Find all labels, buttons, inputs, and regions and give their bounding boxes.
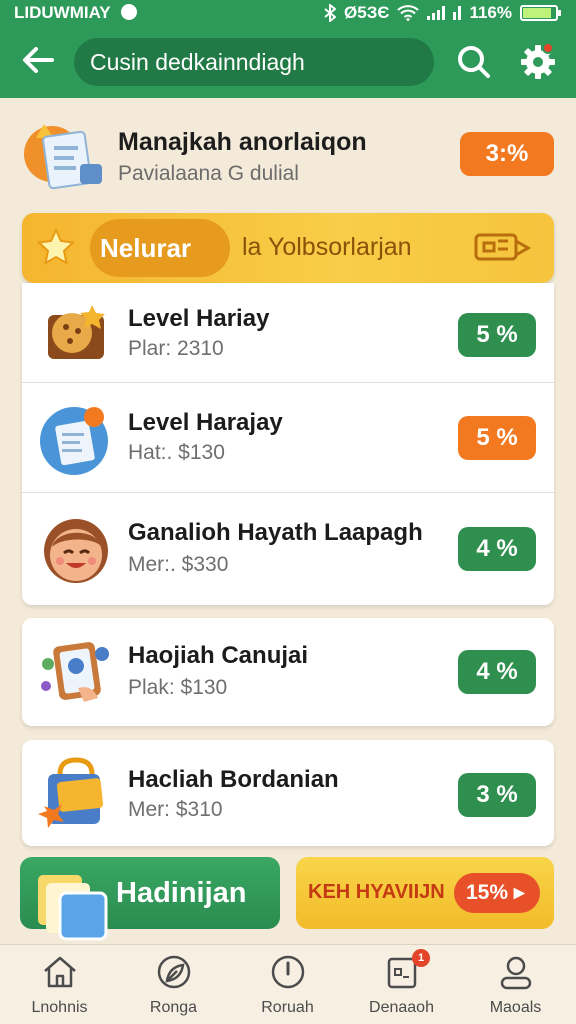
- list-item[interactable]: Hacliah Bordanian Mer: $310 3 %: [22, 740, 554, 846]
- bottom-nav: Lnohnis Ronga Roruah 1 Denaaoh Maoals: [0, 944, 576, 1024]
- network-label: Ø5ЗЄ: [344, 3, 390, 22]
- item-title: Level Hariay: [128, 305, 270, 332]
- summary-subtitle: Pavialaana G dulial: [118, 162, 299, 185]
- notification-dot: [542, 42, 554, 54]
- tablet-icon: [41, 642, 109, 702]
- list-item[interactable]: Level Hariay Plar: 2310 5 %: [22, 283, 554, 383]
- secondary-action-label: KEH HYAVIIJN: [308, 881, 445, 903]
- summary-title: Manajkah anorlaiqon: [118, 128, 367, 156]
- item-title: Ganalioh Hayath Laapagh: [128, 519, 423, 546]
- documents-icon: [40, 407, 108, 475]
- shopping-bag-icon: [38, 757, 104, 828]
- list-item[interactable]: Ganalioh Hayath Laapagh Mer:. $330 4 %: [22, 493, 554, 605]
- item-price: Plak: $130: [128, 676, 228, 699]
- item-title: Haojiah Canujai: [128, 642, 309, 669]
- item-price: Mer:. $330: [128, 553, 229, 576]
- item-percent-badge[interactable]: 4 %: [458, 527, 536, 571]
- settings-button[interactable]: [518, 42, 558, 82]
- nav-item-ronga[interactable]: Ronga: [116, 945, 231, 1024]
- carrier-name: LIDUWMIAY: [14, 3, 111, 22]
- promo-banner[interactable]: Nelurar la Yolbsorlarjan: [22, 213, 554, 283]
- star-icon: [36, 227, 76, 265]
- nav-label: Maoals: [489, 999, 542, 1016]
- back-arrow-icon[interactable]: [18, 40, 58, 80]
- battery-icon: [520, 5, 561, 21]
- wifi-icon: [397, 5, 420, 21]
- nav-label: Roruah: [261, 999, 314, 1016]
- nav-label: Ronga: [149, 999, 198, 1016]
- item-price: Hat:. $130: [128, 441, 225, 464]
- home-icon: [44, 956, 76, 988]
- primary-action-button[interactable]: Hadinijan: [20, 857, 280, 941]
- leaf-icon: [157, 955, 191, 989]
- document-stack-icon: [24, 124, 102, 190]
- nav-label: Lnohnis: [31, 999, 88, 1016]
- signal-icon: [427, 6, 446, 20]
- list-item[interactable]: Level Harajay Hat:. $130 5 %: [22, 383, 554, 493]
- summary-percent-badge[interactable]: 3:%: [460, 132, 554, 176]
- cookie-box-icon: [48, 305, 105, 359]
- banner-text: la Yolbsorlarjan: [242, 233, 412, 261]
- secondary-action-button[interactable]: KEH HYAVIIJN 15% ▸: [296, 857, 554, 929]
- nav-label: Denaaoh: [369, 999, 434, 1016]
- item-list: Level Hariay Plar: 2310 5 % Level Haraja…: [22, 283, 554, 605]
- clock-icon: [271, 955, 305, 989]
- search-icon[interactable]: [454, 42, 494, 82]
- profile-icon: [500, 956, 532, 990]
- nav-item-denaaoh[interactable]: 1 Denaaoh: [344, 945, 459, 1024]
- summary-card[interactable]: Manajkah anorlaiqon Pavialaana G dulial …: [0, 98, 576, 210]
- item-percent-badge[interactable]: 5 %: [458, 313, 536, 357]
- primary-action-label: Hadinijan: [116, 877, 247, 909]
- discount-badge[interactable]: 15% ▸: [454, 873, 540, 913]
- signal-2-icon: [453, 6, 462, 20]
- cart-icon: [474, 233, 531, 261]
- item-percent-badge[interactable]: 5 %: [458, 416, 536, 460]
- app-bar: LIDUWMIAY Ø5ЗЄ 116% Cusin dedkainndiagh: [0, 0, 576, 98]
- item-price: Plar: 2310: [128, 337, 224, 360]
- nav-item-maoals[interactable]: Maoals: [458, 945, 573, 1024]
- battery-percent: 116%: [469, 3, 512, 22]
- search-field[interactable]: Cusin dedkainndiagh: [74, 38, 434, 86]
- item-price: Mer: $310: [128, 798, 223, 821]
- nav-item-home[interactable]: Lnohnis: [2, 945, 117, 1024]
- record-icon: [121, 4, 138, 20]
- bluetooth-icon: [324, 4, 337, 22]
- item-title: Hacliah Bordanian: [128, 766, 339, 793]
- banner-chip: Nelurar: [90, 219, 230, 277]
- item-percent-badge[interactable]: 3 %: [458, 773, 536, 817]
- item-percent-badge[interactable]: 4 %: [458, 650, 536, 694]
- item-title: Level Harajay: [128, 409, 283, 436]
- cards-icon: [38, 875, 108, 941]
- list-item[interactable]: Haojiah Canujai Plak: $130 4 %: [22, 618, 554, 726]
- status-bar: LIDUWMIAY Ø5ЗЄ 116%: [0, 0, 576, 26]
- nav-item-roruah[interactable]: Roruah: [230, 945, 345, 1024]
- avatar-icon: [44, 519, 108, 583]
- nav-badge: 1: [412, 949, 430, 967]
